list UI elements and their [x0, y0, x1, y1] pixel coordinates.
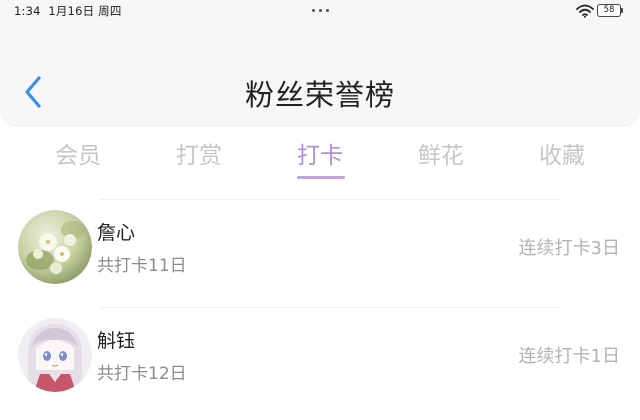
tab-flowers[interactable]: 鲜花: [391, 136, 491, 170]
status-bar: 1:34 1月16日 周四 58: [0, 0, 640, 22]
avatar: [18, 318, 92, 392]
battery-icon: 58: [597, 4, 623, 17]
header: 粉丝荣誉榜: [0, 22, 640, 126]
member-streak: 连续打卡3日: [518, 238, 620, 259]
wifi-icon: [576, 4, 594, 18]
member-streak: 连续打卡1日: [518, 346, 620, 367]
list-item[interactable]: 斛钰 共打卡12日 连续打卡1日: [0, 318, 640, 418]
divider: [100, 307, 560, 308]
member-total-checkins: 共打卡11日: [97, 256, 187, 276]
tab-members[interactable]: 会员: [28, 136, 128, 170]
member-name: 斛钰: [97, 330, 136, 352]
active-tab-indicator: [297, 176, 345, 179]
list-item[interactable]: 詹心 共打卡11日 连续打卡3日: [0, 210, 640, 310]
tab-bar: 会员 打赏 打卡 鲜花 收藏: [0, 128, 640, 184]
divider: [100, 199, 560, 200]
status-time: 1:34 1月16日 周四: [14, 4, 122, 18]
more-dots-icon[interactable]: [310, 0, 332, 20]
member-total-checkins: 共打卡12日: [97, 364, 187, 384]
tab-checkin[interactable]: 打卡: [270, 136, 370, 170]
avatar: [18, 210, 92, 284]
tab-favorites[interactable]: 收藏: [512, 136, 612, 170]
tab-rewards[interactable]: 打赏: [149, 136, 249, 170]
page-title: 粉丝荣誉榜: [244, 78, 395, 112]
member-name: 詹心: [97, 222, 136, 244]
